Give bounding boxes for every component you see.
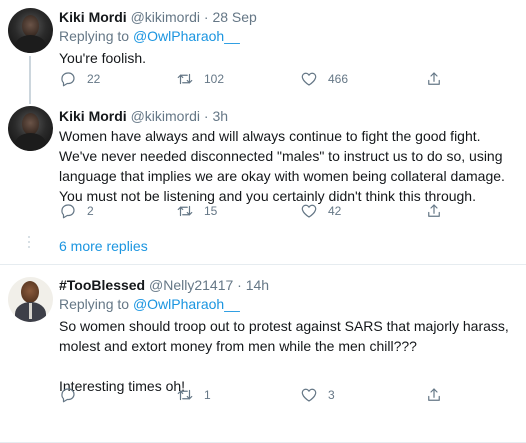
like-icon (301, 204, 317, 218)
like-button[interactable]: 42 (300, 202, 341, 220)
replying-to-link[interactable]: @OwlPharaoh__ (133, 296, 240, 312)
more-replies-link[interactable]: 6 more replies (59, 238, 148, 254)
thread-line (29, 56, 31, 104)
tweet-text: So women should troop out to protest aga… (59, 318, 509, 394)
replying-prefix: Replying to (59, 28, 133, 44)
separator: · (237, 277, 242, 293)
like-count: 466 (328, 72, 349, 86)
retweet-icon (177, 205, 193, 217)
share-icon (428, 388, 440, 401)
retweet-icon (177, 73, 193, 85)
reply-button[interactable]: 2 (59, 202, 94, 220)
timestamp[interactable]: 28 Sep (212, 9, 256, 25)
author-handle[interactable]: @kikimordi (131, 9, 200, 25)
tweet-1[interactable]: Kiki Mordi @kikimordi · 28 Sep Replying … (0, 0, 526, 104)
reply-count: 22 (87, 72, 101, 86)
tweet-3[interactable]: #TooBlessed @Nelly21417 · 14h Replying t… (0, 265, 526, 443)
timestamp[interactable]: 14h (246, 277, 269, 293)
author-name[interactable]: Kiki Mordi (59, 9, 127, 25)
separator: · (203, 9, 209, 25)
like-button[interactable]: 466 (300, 70, 348, 88)
tweet-text: You're foolish. (59, 50, 146, 66)
timestamp[interactable]: 3h (212, 108, 228, 124)
tweet-header: Kiki Mordi @kikimordi · 3h (59, 107, 516, 125)
author-handle[interactable]: @kikimordi (131, 108, 200, 124)
avatar[interactable] (8, 8, 53, 53)
avatar[interactable] (8, 277, 53, 322)
like-count: 42 (328, 204, 342, 218)
share-icon (428, 204, 440, 217)
author-name[interactable]: Kiki Mordi (59, 108, 127, 124)
retweet-count: 102 (204, 72, 225, 86)
like-count: 3 (328, 388, 335, 402)
share-button[interactable] (425, 202, 443, 220)
reply-icon (61, 204, 75, 219)
reply-count: 2 (87, 204, 94, 218)
tweet-2[interactable]: Kiki Mordi @kikimordi · 3h Women have al… (0, 100, 526, 230)
tweet-text: Women have always and will always contin… (59, 128, 509, 204)
reply-button[interactable] (59, 386, 87, 404)
author-name[interactable]: #TooBlessed (59, 277, 145, 293)
retweet-count: 15 (204, 204, 218, 218)
like-icon (301, 388, 317, 402)
reply-button[interactable]: 22 (59, 70, 100, 88)
thread-dots (28, 236, 31, 251)
retweet-button[interactable]: 15 (176, 202, 217, 220)
tweet-header: #TooBlessed @Nelly21417 · 14h (59, 276, 516, 294)
replying-to-link[interactable]: @OwlPharaoh__ (133, 28, 240, 44)
separator: · (203, 108, 209, 124)
share-button[interactable] (425, 70, 443, 88)
retweet-button[interactable]: 1 (176, 386, 211, 404)
reply-icon (61, 388, 75, 403)
retweet-count: 1 (204, 388, 211, 402)
share-icon (428, 72, 440, 85)
tweet-header: Kiki Mordi @kikimordi · 28 Sep (59, 8, 516, 26)
reply-icon (61, 72, 75, 87)
replying-prefix: Replying to (59, 296, 133, 312)
retweet-icon (177, 389, 193, 401)
like-icon (301, 72, 317, 86)
like-button[interactable]: 3 (300, 386, 335, 404)
replying-to: Replying to @OwlPharaoh__ (59, 27, 516, 45)
share-button[interactable] (425, 386, 443, 404)
replying-to: Replying to @OwlPharaoh__ (59, 295, 516, 313)
avatar[interactable] (8, 106, 53, 151)
author-handle[interactable]: @Nelly21417 (149, 277, 233, 293)
retweet-button[interactable]: 102 (176, 70, 224, 88)
